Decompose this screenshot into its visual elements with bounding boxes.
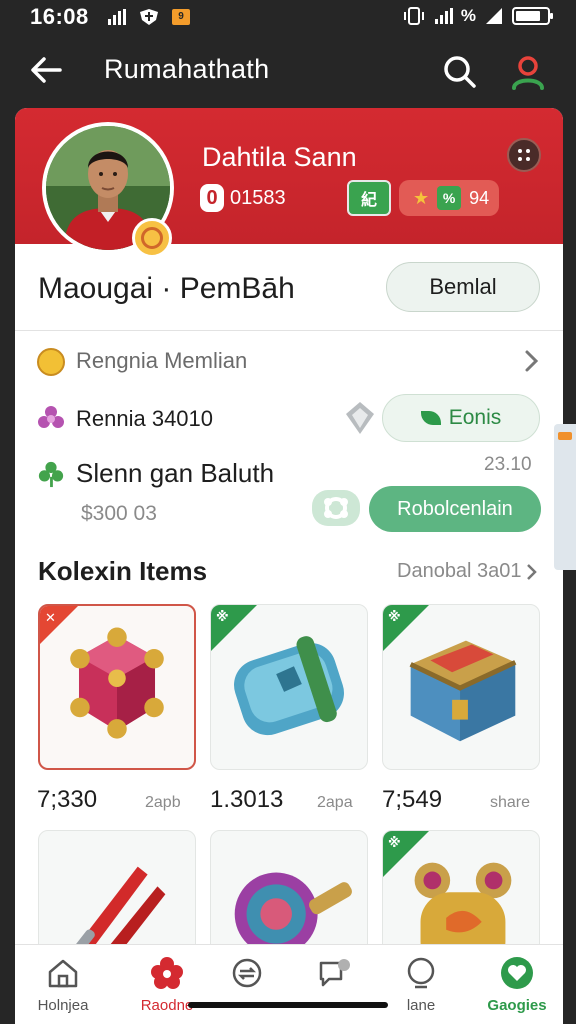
page-title: Rumahathath <box>104 54 270 84</box>
blossom-icon <box>38 406 64 428</box>
leaf-icon <box>420 411 441 425</box>
flower-icon[interactable] <box>312 490 360 526</box>
avatar-badge <box>132 218 172 258</box>
collection-title: Kolexin Items <box>38 556 208 586</box>
nav-item-refresh[interactable] <box>201 945 293 1024</box>
app-bar: Rumahathath <box>0 38 576 102</box>
nav-item-rewards[interactable]: Raodne <box>121 945 213 1024</box>
side-handle[interactable] <box>554 424 576 570</box>
stats-pill[interactable]: ★ % 94 <box>399 180 500 216</box>
refresh-icon <box>232 958 262 988</box>
rank-badge[interactable]: 紀 <box>347 180 391 216</box>
notification-icon: 9 <box>172 9 190 25</box>
diamond-icon <box>346 402 374 434</box>
status-time: 16:08 <box>30 4 89 29</box>
status-percent: % <box>460 6 476 25</box>
flower-glyph <box>324 497 348 519</box>
item-sub: 2apb <box>145 794 181 811</box>
cta-button[interactable]: Robolcenlain <box>369 486 541 532</box>
profile-id-number: 01583 <box>230 186 286 209</box>
nav-item-search[interactable]: lane <box>375 945 467 1024</box>
home-icon <box>48 959 78 988</box>
bonus-button[interactable]: Eonis <box>382 394 540 442</box>
detail-button[interactable]: Bemlal <box>386 262 540 312</box>
profile-button[interactable] <box>508 52 548 92</box>
item-sub: 2apa <box>317 794 353 811</box>
main-card: Dahtila Sann 0 01583 紀 ★ % 94 Maougai · … <box>15 108 563 1024</box>
chevron-right-icon <box>525 350 539 372</box>
item-price: 7;330 <box>37 786 98 813</box>
chevron-right-icon <box>526 563 537 580</box>
nav-label: lane <box>406 997 436 1014</box>
nav-label: Raodne <box>140 997 194 1014</box>
row-value-3: 23.10 <box>484 454 532 475</box>
nav-item-chat[interactable] <box>289 945 381 1024</box>
vibrate-icon <box>403 7 424 25</box>
battery-icon <box>512 7 553 25</box>
user-icon <box>512 56 544 90</box>
stat-value: 94 <box>469 187 490 208</box>
dots-icon <box>518 149 530 161</box>
nav-label: Holnjea <box>37 997 89 1014</box>
stat-green-badge: % <box>437 186 462 210</box>
search-icon <box>407 957 435 989</box>
row-label-1[interactable]: Rengnia Memlian <box>76 348 247 374</box>
signal-icon <box>108 9 126 25</box>
nav-label: Gaogies <box>487 997 547 1014</box>
level-badge: 0 <box>200 184 224 212</box>
section-title: Maougai · PemBāh <box>38 272 295 305</box>
home-indicator <box>188 1002 388 1008</box>
item-rarity-glyph: ✕ <box>45 610 56 625</box>
star-icon: ★ <box>413 187 430 208</box>
stat-badges: 紀 ★ % 94 <box>347 180 500 216</box>
item-rarity-glyph: ※ <box>216 609 229 624</box>
bonus-label: Eonis <box>448 406 502 429</box>
row-chevron-button[interactable] <box>521 348 541 374</box>
row-label-3: Slenn gan Baluth <box>76 458 275 488</box>
status-left-icons: 9 <box>108 8 190 26</box>
search-icon <box>444 56 476 88</box>
item-rarity-glyph: ※ <box>388 609 401 624</box>
collection-link[interactable]: Danobal 3a01 <box>397 560 538 583</box>
row-label-2: Rennia 34010 <box>76 406 214 431</box>
profile-id: 0 01583 <box>200 184 286 212</box>
item-card[interactable]: ※ <box>382 604 540 770</box>
shield-icon <box>140 9 158 25</box>
nav-item-home[interactable]: Holnjea <box>17 945 109 1024</box>
flower-icon <box>151 957 183 989</box>
clover-icon <box>38 461 64 488</box>
collection-link-label: Danobal 3a01 <box>397 560 522 582</box>
item-rarity-glyph: ※ <box>388 835 401 850</box>
item-price: 1.3013 <box>210 786 284 813</box>
heart-icon <box>501 957 533 989</box>
item-card[interactable]: ✕ <box>38 604 196 770</box>
divider <box>15 330 563 331</box>
more-options-button[interactable] <box>507 138 541 172</box>
nav-item-favorites[interactable]: Gaogies <box>471 945 563 1024</box>
chat-icon <box>319 959 350 987</box>
search-button[interactable] <box>440 52 480 92</box>
arrow-left-icon <box>31 57 62 83</box>
profile-name: Dahtila Sann <box>202 142 357 172</box>
row-price-3: $300 03 <box>81 502 157 525</box>
status-right-icons: % <box>401 6 553 26</box>
status-bar: 16:08 9 % <box>0 0 576 36</box>
item-sub: share <box>490 794 531 811</box>
back-button[interactable] <box>26 52 66 88</box>
coin-icon <box>37 348 65 376</box>
item-card[interactable]: ※ <box>210 604 368 770</box>
cell-signal-icon <box>434 8 453 24</box>
bottom-nav: Holnjea Raodne lane Gaogies <box>15 944 563 1024</box>
item-price: 7;549 <box>382 786 443 813</box>
wifi-icon <box>486 8 502 24</box>
